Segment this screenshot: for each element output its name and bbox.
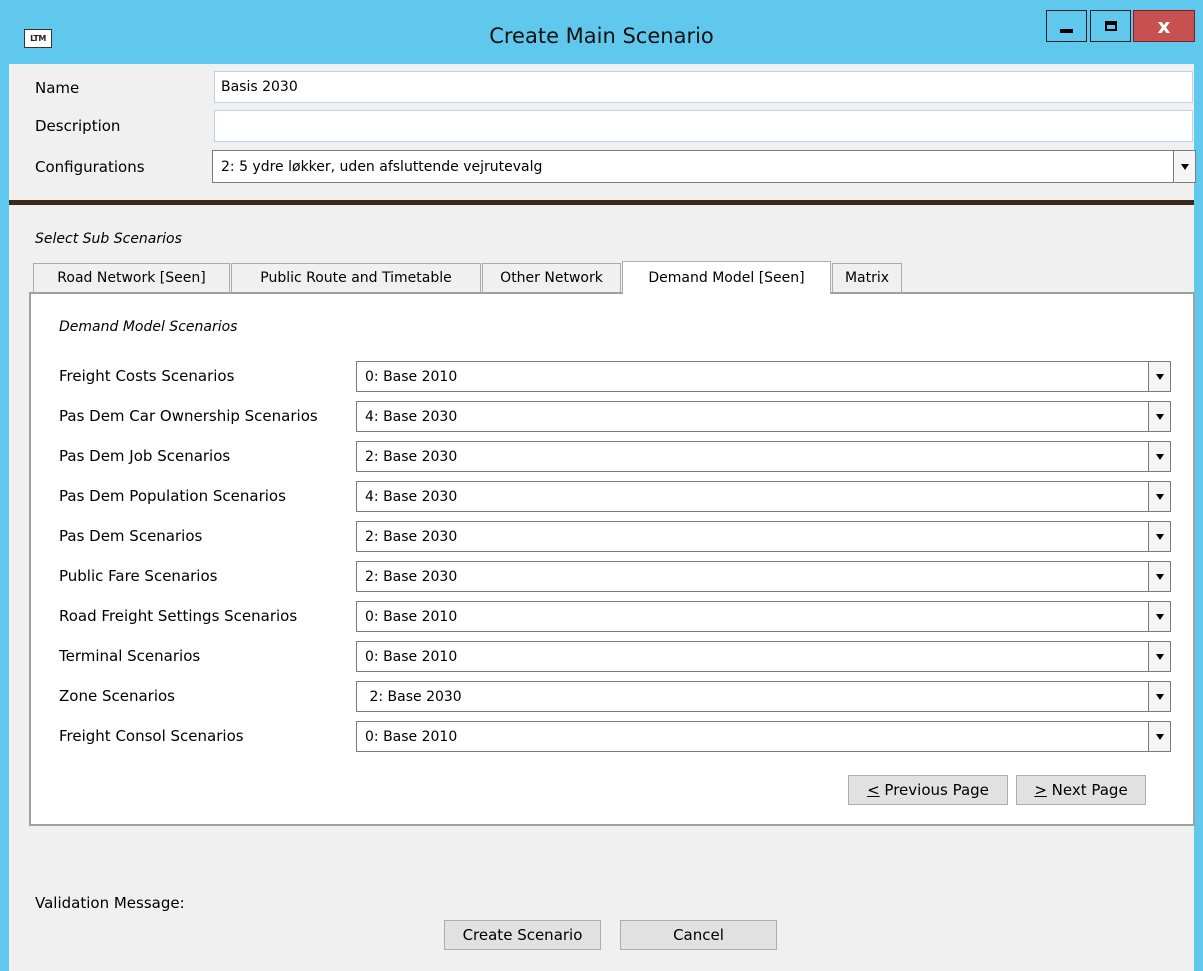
chevron-down-icon — [1155, 733, 1164, 740]
terminal-value: 0: Base 2010 — [365, 648, 458, 665]
zone-label: Zone Scenarios — [59, 687, 175, 705]
tab-demand-model[interactable]: Demand Model [Seen] — [622, 261, 831, 294]
description-field[interactable] — [214, 110, 1193, 142]
next-page-button[interactable]: > Next Page — [1016, 775, 1146, 805]
chevron-down-icon — [1155, 613, 1164, 620]
public-fare-label: Public Fare Scenarios — [59, 567, 218, 585]
pas-dem-population-label: Pas Dem Population Scenarios — [59, 487, 286, 505]
tab-public-route-and-timetable[interactable]: Public Route and Timetable — [231, 263, 481, 292]
pas-dem-job-value: 2: Base 2030 — [365, 448, 458, 465]
select-sub-scenarios-label: Select Sub Scenarios — [35, 231, 182, 247]
tab-other-network[interactable]: Other Network — [482, 263, 621, 292]
freight-consol-value: 0: Base 2010 — [365, 728, 458, 745]
name-field-value: Basis 2030 — [221, 79, 298, 95]
description-label: Description — [35, 117, 121, 135]
dropdown-arrow-button[interactable] — [1173, 151, 1195, 182]
dropdown-arrow-button[interactable] — [1148, 562, 1170, 591]
chevron-down-icon — [1155, 453, 1164, 460]
chevron-down-icon — [1155, 493, 1164, 500]
pas-dem-label: Pas Dem Scenarios — [59, 527, 203, 545]
name-label: Name — [35, 79, 80, 97]
dialog-client-area: Name Basis 2030 Description Configuratio… — [9, 64, 1196, 971]
create-main-scenario-window: LTM Create Main Scenario x Name Basis 20… — [0, 0, 1203, 971]
chevron-down-icon — [1155, 573, 1164, 580]
dropdown-arrow-button[interactable] — [1148, 482, 1170, 511]
freight-costs-label: Freight Costs Scenarios — [59, 367, 235, 385]
maximize-button[interactable] — [1090, 10, 1131, 42]
chevron-down-icon — [1155, 693, 1164, 700]
pas-dem-car-ownership-label: Pas Dem Car Ownership Scenarios — [59, 407, 318, 425]
demand-model-tab-panel: Demand Model Scenarios Freight Costs Sce… — [29, 292, 1195, 826]
name-field[interactable]: Basis 2030 — [214, 71, 1193, 103]
previous-page-access-key: < — [867, 781, 880, 799]
chevron-down-icon — [1155, 533, 1164, 540]
cancel-button[interactable]: Cancel — [620, 920, 777, 950]
pas-dem-population-value: 4: Base 2030 — [365, 488, 458, 505]
minimize-icon — [1060, 29, 1073, 33]
dropdown-arrow-button[interactable] — [1148, 442, 1170, 471]
zone-value: 2: Base 2030 — [365, 688, 462, 705]
public-fare-dropdown[interactable]: 2: Base 2030 — [356, 561, 1171, 592]
road-freight-settings-dropdown[interactable]: 0: Base 2010 — [356, 601, 1171, 632]
dropdown-arrow-button[interactable] — [1148, 522, 1170, 551]
chevron-down-icon — [1180, 163, 1189, 170]
terminal-dropdown[interactable]: 0: Base 2010 — [356, 641, 1171, 672]
dropdown-arrow-button[interactable] — [1148, 602, 1170, 631]
pas-dem-dropdown[interactable]: 2: Base 2030 — [356, 521, 1171, 552]
freight-consol-label: Freight Consol Scenarios — [59, 727, 244, 745]
pas-dem-value: 2: Base 2030 — [365, 528, 458, 545]
freight-costs-value: 0: Base 2010 — [365, 368, 458, 385]
zone-dropdown[interactable]: 2: Base 2030 — [356, 681, 1171, 712]
close-icon: x — [1157, 14, 1171, 38]
dropdown-arrow-button[interactable] — [1148, 722, 1170, 751]
configurations-dropdown[interactable]: 2: 5 ydre løkker, uden afsluttende vejru… — [212, 150, 1196, 183]
minimize-button[interactable] — [1046, 10, 1087, 42]
pas-dem-job-label: Pas Dem Job Scenarios — [59, 447, 231, 465]
close-button[interactable]: x — [1133, 10, 1195, 42]
configurations-label: Configurations — [35, 158, 145, 176]
dropdown-arrow-button[interactable] — [1148, 402, 1170, 431]
section-divider — [9, 200, 1194, 205]
terminal-label: Terminal Scenarios — [59, 647, 201, 665]
chevron-down-icon — [1155, 653, 1164, 660]
validation-message-label: Validation Message: — [35, 894, 185, 912]
pas-dem-car-ownership-dropdown[interactable]: 4: Base 2030 — [356, 401, 1171, 432]
freight-consol-dropdown[interactable]: 0: Base 2010 — [356, 721, 1171, 752]
public-fare-value: 2: Base 2030 — [365, 568, 458, 585]
tab-matrix[interactable]: Matrix — [832, 263, 902, 292]
next-page-access-key: > — [1034, 781, 1047, 799]
demand-model-scenarios-heading: Demand Model Scenarios — [59, 319, 238, 335]
tab-road-network[interactable]: Road Network [Seen] — [33, 263, 230, 292]
create-scenario-button[interactable]: Create Scenario — [444, 920, 601, 950]
dropdown-arrow-button[interactable] — [1148, 642, 1170, 671]
pas-dem-car-ownership-value: 4: Base 2030 — [365, 408, 458, 425]
road-freight-settings-label: Road Freight Settings Scenarios — [59, 607, 298, 625]
chevron-down-icon — [1155, 413, 1164, 420]
next-page-label: Next Page — [1046, 781, 1128, 799]
configurations-dropdown-value: 2: 5 ydre løkker, uden afsluttende vejru… — [221, 158, 543, 175]
window-title: Create Main Scenario — [489, 24, 714, 48]
previous-page-label: Previous Page — [879, 781, 989, 799]
dropdown-arrow-button[interactable] — [1148, 682, 1170, 711]
previous-page-button[interactable]: < Previous Page — [848, 775, 1008, 805]
pas-dem-population-dropdown[interactable]: 4: Base 2030 — [356, 481, 1171, 512]
road-freight-settings-value: 0: Base 2010 — [365, 608, 458, 625]
chevron-down-icon — [1155, 373, 1164, 380]
freight-costs-dropdown[interactable]: 0: Base 2010 — [356, 361, 1171, 392]
pas-dem-job-dropdown[interactable]: 2: Base 2030 — [356, 441, 1171, 472]
dropdown-arrow-button[interactable] — [1148, 362, 1170, 391]
maximize-icon — [1104, 21, 1117, 31]
